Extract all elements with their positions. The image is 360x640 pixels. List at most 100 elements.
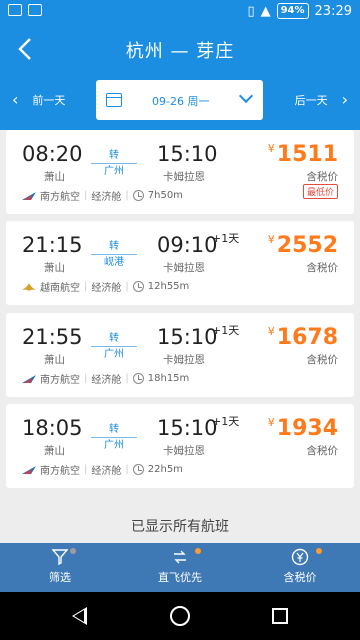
tax-note: 含税价	[306, 262, 339, 274]
transfer-city: 广州	[104, 166, 124, 177]
filter-label: 筛选	[49, 571, 71, 584]
tax-note: 含税价	[306, 171, 339, 183]
system-nav-bar	[0, 592, 360, 640]
cabin-class: 经济舱	[91, 192, 122, 203]
price-value: 1934	[276, 416, 338, 441]
transfer-label: 转	[109, 241, 119, 252]
chevron-right-icon: ›	[341, 90, 348, 109]
nav-home-icon[interactable]	[170, 606, 190, 626]
flight-duration: 12h55m	[147, 281, 190, 292]
prev-day-label: 前一天	[32, 94, 66, 107]
flight-duration: 22h5m	[147, 464, 183, 475]
departure-time: 18:05	[22, 416, 83, 440]
arrival-time: 09:10	[157, 233, 218, 257]
departure-airport: 萧山	[44, 262, 65, 274]
tax-note: 含税价	[306, 354, 339, 366]
app-header: 杭州 — 芽庄	[0, 24, 360, 74]
next-day-label: 后一天	[294, 94, 328, 107]
plane-swap-icon	[174, 550, 186, 564]
tax-price-dot	[316, 548, 322, 554]
departure-airport: 萧山	[44, 445, 65, 457]
transfer-label: 转	[109, 424, 119, 435]
china-southern-logo-icon	[22, 465, 36, 474]
transfer-label: 转	[109, 333, 119, 344]
flight-card[interactable]: 21:15 萧山 转 岘港 09:10 +1天 卡姆拉恩 越南航空 | 经济舱 …	[6, 221, 354, 305]
selected-date: 09-26 周一	[152, 95, 210, 108]
airline-name: 南方航空	[40, 466, 80, 477]
yen-circle-icon	[291, 548, 309, 566]
cabin-class: 经济舱	[91, 375, 122, 386]
notification-icon	[8, 4, 22, 16]
china-southern-logo-icon	[22, 191, 36, 200]
calendar-icon	[106, 93, 122, 107]
signal-icon: ▲	[260, 3, 271, 19]
direct-first-label: 直飞优先	[158, 571, 202, 584]
transfer-info: 转 广州	[91, 333, 137, 360]
arrival-time: 15:10	[157, 142, 218, 166]
filter-bar: 筛选 直飞优先 含税价	[0, 543, 360, 592]
departure-time: 21:15	[22, 233, 83, 257]
status-bar: ▯ ▲ 94% 23:29	[0, 0, 360, 24]
chevron-left-icon: ‹	[12, 90, 19, 109]
arrival-airport: 卡姆拉恩	[163, 262, 205, 274]
next-day-button[interactable]: 后一天 ›	[295, 92, 348, 108]
transfer-info: 转 广州	[91, 424, 137, 451]
image-icon	[28, 4, 42, 16]
prev-day-button[interactable]: ‹ 前一天	[12, 92, 65, 108]
flight-meta: 南方航空 | 经济舱 | 7h50m	[22, 188, 183, 203]
filter-dot	[70, 548, 76, 554]
next-day-marker: +1天	[212, 232, 240, 245]
price-value: 2552	[276, 233, 338, 258]
price: ¥1678	[267, 325, 338, 350]
flight-card[interactable]: 21:55 萧山 转 广州 15:10 +1天 卡姆拉恩 南方航空 | 经济舱 …	[6, 313, 354, 397]
chevron-down-icon	[238, 88, 254, 104]
flight-meta: 南方航空 | 经济舱 | 18h15m	[22, 371, 189, 386]
flight-meta: 越南航空 | 经济舱 | 12h55m	[22, 279, 189, 294]
departure-airport: 萧山	[44, 171, 65, 183]
flight-meta: 南方航空 | 经济舱 | 22h5m	[22, 462, 183, 477]
airline-name: 越南航空	[40, 283, 80, 294]
nav-recent-apps-icon[interactable]	[272, 608, 288, 624]
flight-card[interactable]: 08:20 萧山 转 广州 15:10 卡姆拉恩 南方航空 | 经济舱 | 7h…	[6, 130, 354, 214]
date-bar: ‹ 前一天 09-26 周一 后一天 ›	[0, 74, 360, 130]
clock-icon	[132, 281, 144, 292]
airline-name: 南方航空	[40, 375, 80, 386]
transfer-city: 广州	[104, 440, 124, 451]
china-southern-logo-icon	[22, 374, 36, 383]
battery-indicator: 94%	[276, 3, 309, 19]
clock-icon	[132, 464, 144, 475]
departure-time: 21:55	[22, 325, 83, 349]
flight-duration: 7h50m	[147, 190, 183, 201]
vietnam-airlines-logo-icon	[22, 282, 36, 291]
arrival-airport: 卡姆拉恩	[163, 171, 205, 183]
page-title: 杭州 — 芽庄	[125, 41, 235, 62]
cabin-class: 经济舱	[91, 466, 122, 477]
lowest-price-badge: 最低价	[302, 184, 338, 199]
price-value: 1678	[276, 325, 338, 350]
direct-first-button[interactable]: 直飞优先	[120, 547, 240, 585]
all-flights-shown-note: 已显示所有航班	[131, 519, 229, 535]
transfer-info: 转 岘港	[91, 241, 137, 268]
tax-price-button[interactable]: 含税价	[240, 547, 360, 585]
transfer-info: 转 广州	[91, 150, 137, 177]
flight-card[interactable]: 18:05 萧山 转 广州 15:10 +1天 卡姆拉恩 南方航空 | 经济舱 …	[6, 404, 354, 488]
arrival-airport: 卡姆拉恩	[163, 354, 205, 366]
arrival-airport: 卡姆拉恩	[163, 445, 205, 457]
filter-button[interactable]: 筛选	[0, 547, 120, 585]
tax-price-label: 含税价	[283, 571, 317, 584]
departure-time: 08:20	[22, 142, 83, 166]
arrival-time: 15:10	[157, 416, 218, 440]
next-day-marker: +1天	[212, 324, 240, 337]
clock-time: 23:29	[314, 3, 352, 19]
departure-airport: 萧山	[44, 354, 65, 366]
nav-back-icon[interactable]	[72, 607, 87, 625]
next-day-marker: +1天	[212, 415, 240, 428]
flight-duration: 18h15m	[147, 373, 190, 384]
vibrate-icon: ▯	[247, 3, 255, 19]
price: ¥2552	[267, 233, 338, 258]
date-selector[interactable]: 09-26 周一	[96, 80, 263, 120]
clock-icon	[132, 373, 144, 384]
price: ¥1934	[267, 416, 338, 441]
price: ¥1511	[267, 142, 338, 167]
clock-icon	[132, 190, 144, 201]
